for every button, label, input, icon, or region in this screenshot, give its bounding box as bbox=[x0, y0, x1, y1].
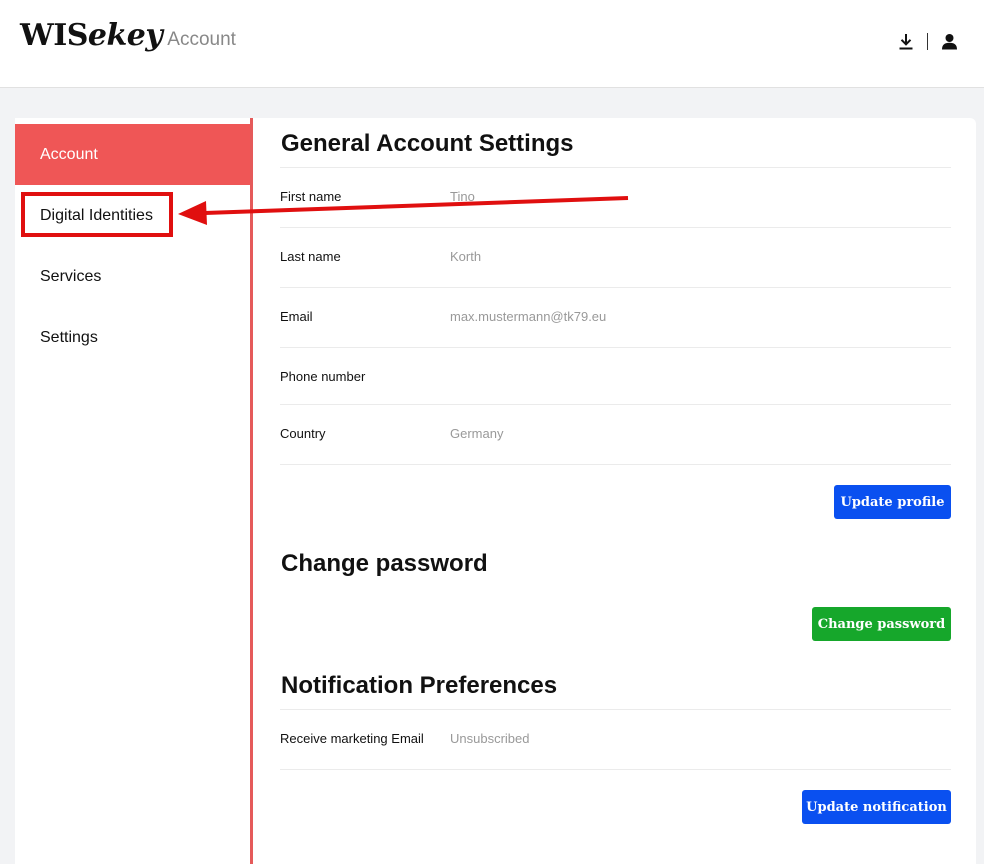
user-icon[interactable] bbox=[938, 30, 960, 52]
download-icon[interactable] bbox=[895, 30, 917, 52]
main-content: General Account Settings First name Tino… bbox=[253, 118, 976, 864]
notification-preferences-title: Notification Preferences bbox=[281, 672, 558, 699]
marketing-email-value: Unsubscribed bbox=[450, 731, 530, 746]
divider bbox=[280, 769, 951, 770]
first-name-label: First name bbox=[280, 189, 342, 204]
divider bbox=[280, 709, 951, 710]
country-label: Country bbox=[280, 426, 326, 441]
country-value: Germany bbox=[450, 426, 504, 441]
top-bar: WISekey Account bbox=[0, 0, 984, 88]
email-value: max.mustermann@tk79.eu bbox=[450, 309, 607, 324]
divider bbox=[280, 227, 951, 228]
update-notification-button[interactable]: Update notification bbox=[802, 790, 951, 824]
sidebar-item-settings[interactable]: Settings bbox=[15, 307, 250, 368]
logo-wordmark: WISekey bbox=[20, 18, 163, 53]
phone-number-label: Phone number bbox=[280, 369, 366, 384]
marketing-email-label: Receive marketing Email bbox=[280, 731, 424, 746]
divider bbox=[280, 287, 951, 288]
update-profile-button[interactable]: Update profile bbox=[834, 485, 951, 519]
logo-subtitle: Account bbox=[167, 29, 236, 50]
divider bbox=[280, 167, 951, 168]
general-settings-title: General Account Settings bbox=[281, 130, 574, 157]
annotation-highlight-box bbox=[21, 192, 173, 237]
last-name-label: Last name bbox=[280, 249, 341, 264]
wisekey-logo[interactable]: WISekey Account bbox=[20, 18, 236, 53]
last-name-value: Korth bbox=[450, 249, 482, 264]
email-label: Email bbox=[280, 309, 313, 324]
first-name-value: Tino bbox=[450, 189, 475, 204]
change-password-title: Change password bbox=[281, 550, 488, 577]
change-password-button[interactable]: Change password bbox=[812, 607, 951, 641]
divider bbox=[280, 347, 951, 348]
sidebar-item-services[interactable]: Services bbox=[15, 246, 250, 307]
header-separator bbox=[927, 32, 928, 50]
sidebar-item-account[interactable]: Account bbox=[15, 124, 250, 185]
divider bbox=[280, 404, 951, 405]
sidebar-item-label: Settings bbox=[40, 328, 98, 346]
divider bbox=[280, 464, 951, 465]
sidebar-item-label: Account bbox=[40, 145, 98, 163]
sidebar-item-label: Services bbox=[40, 267, 102, 285]
header-actions bbox=[895, 30, 960, 52]
